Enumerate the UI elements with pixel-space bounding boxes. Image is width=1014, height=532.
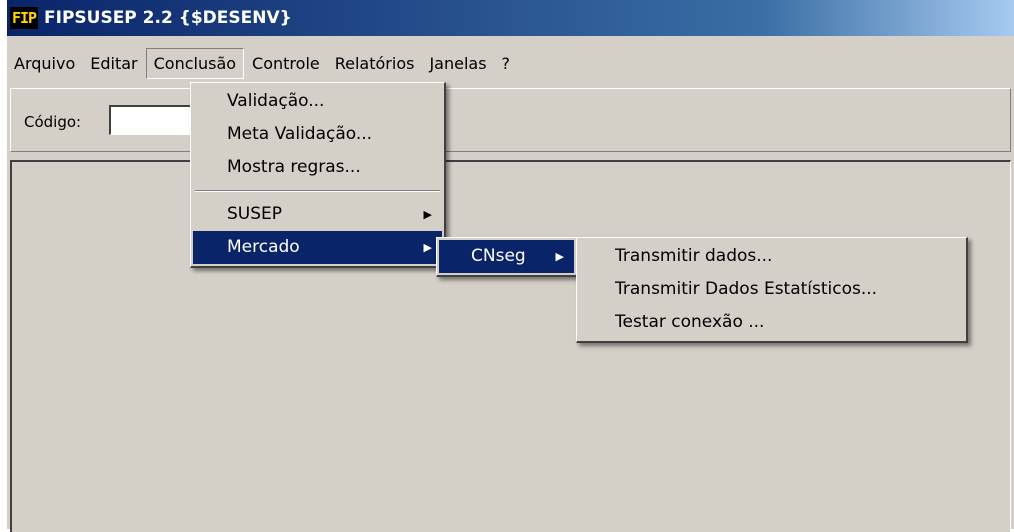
menu-item-mercado[interactable]: Mercado ▶ [193, 231, 442, 264]
menu-item-label: SUSEP [227, 204, 283, 224]
menu-item-label: Transmitir Dados Estatísticos... [615, 279, 878, 299]
menu-item-label: Mostra regras... [227, 157, 361, 177]
menu-item-label: Testar conexão ... [615, 312, 765, 332]
menu-item-cnseg[interactable]: CNseg ▶ [439, 240, 574, 273]
menu-item-mostra-regras[interactable]: Mostra regras... [193, 151, 442, 184]
menu-arquivo[interactable]: Arquivo [7, 49, 82, 78]
menu-item-transmitir-dados[interactable]: Transmitir dados... [579, 240, 964, 273]
menu-item-label: Transmitir dados... [615, 246, 773, 266]
menu-help[interactable]: ? [495, 49, 518, 78]
menu-item-label: Validação... [227, 91, 325, 111]
toolbar-panel: Código: [10, 88, 1011, 152]
menu-item-validacao[interactable]: Validação... [193, 85, 442, 118]
conclusao-dropdown: Validação... Meta Validação... Mostra re… [190, 82, 446, 268]
code-label: Código: [24, 113, 82, 131]
menu-item-label: CNseg [471, 246, 526, 266]
cnseg-submenu: Transmitir dados... Transmitir Dados Est… [576, 237, 968, 343]
app-logo-icon: FIP [10, 7, 38, 29]
code-input[interactable] [109, 105, 199, 135]
window-title: FIPSUSEP 2.2 {$DESENV} [44, 8, 292, 28]
menu-item-testar-conexao[interactable]: Testar conexão ... [579, 306, 964, 339]
mdi-client-area [10, 160, 1011, 532]
menu-editar[interactable]: Editar [83, 49, 144, 78]
mercado-submenu: CNseg ▶ [436, 237, 578, 277]
menu-separator [195, 190, 440, 192]
submenu-arrow-icon: ▶ [555, 250, 564, 263]
menu-janelas[interactable]: Janelas [422, 49, 493, 78]
title-bar: FIP FIPSUSEP 2.2 {$DESENV} [7, 0, 1014, 36]
menu-bar: Arquivo Editar Conclusão Controle Relató… [7, 46, 1014, 80]
menu-item-label: Mercado [227, 237, 300, 257]
menu-item-label: Meta Validação... [227, 124, 373, 144]
menu-item-susep[interactable]: SUSEP ▶ [193, 198, 442, 231]
submenu-arrow-icon: ▶ [423, 241, 432, 254]
menu-item-meta-validacao[interactable]: Meta Validação... [193, 118, 442, 151]
submenu-arrow-icon: ▶ [423, 208, 432, 221]
menu-relatorios[interactable]: Relatórios [328, 49, 422, 78]
menu-item-transmitir-estatisticos[interactable]: Transmitir Dados Estatísticos... [579, 273, 964, 306]
menu-conclusao[interactable]: Conclusão [145, 47, 245, 79]
menu-controle[interactable]: Controle [245, 49, 327, 78]
